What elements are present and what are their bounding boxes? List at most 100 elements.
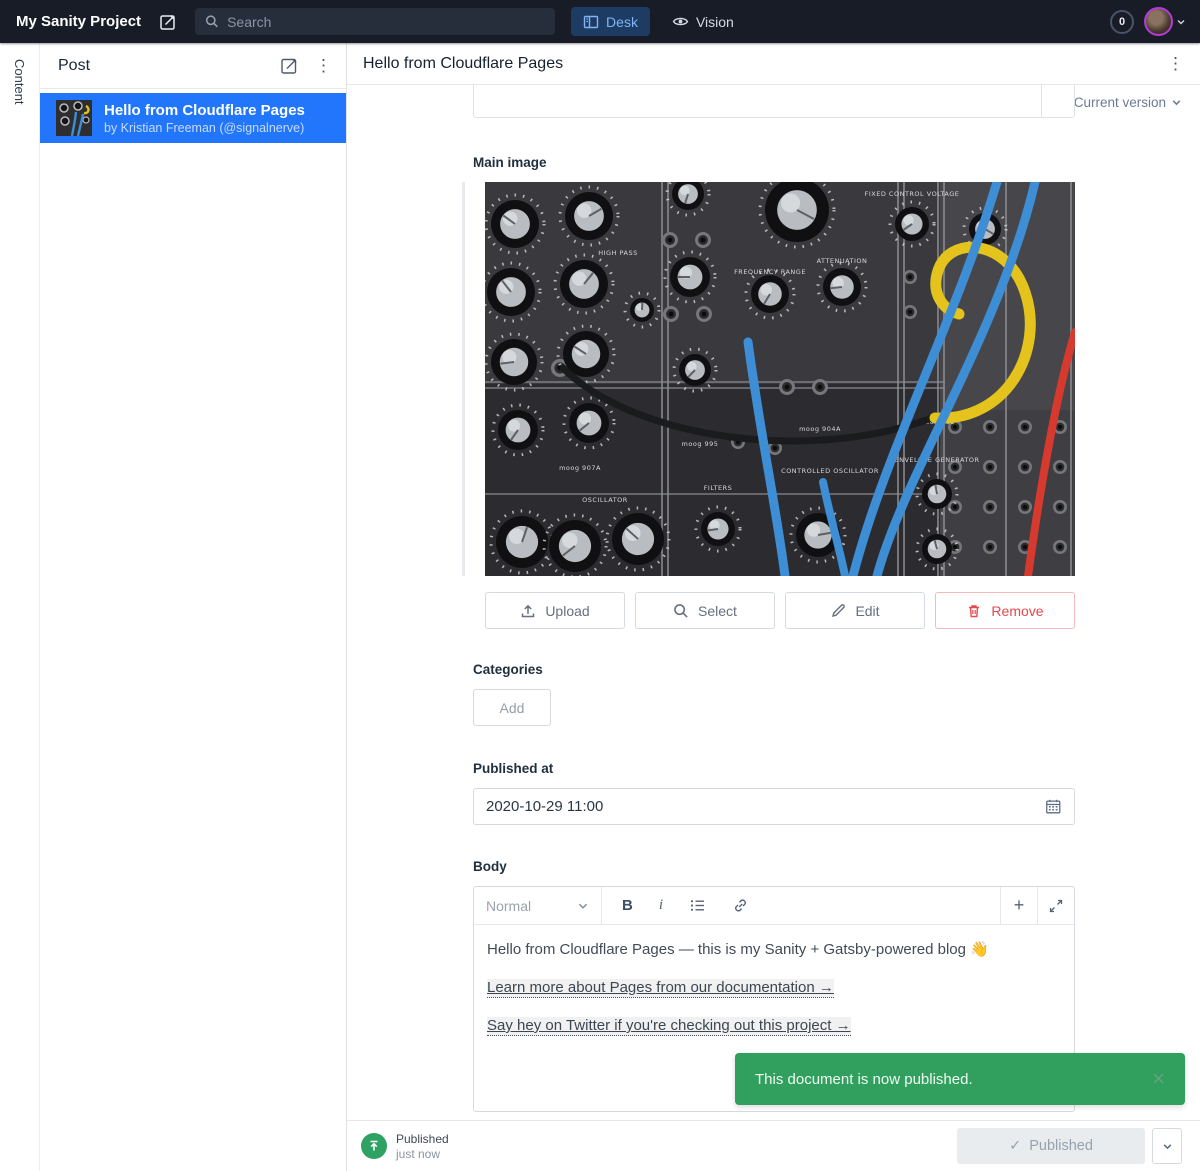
svg-text:moog 904A: moog 904A (799, 425, 841, 433)
version-label: Current version (1074, 95, 1166, 110)
svg-text:OSCILLATOR: OSCILLATOR (582, 496, 628, 504)
chevron-down-icon (1176, 17, 1186, 27)
link-button[interactable] (732, 897, 749, 914)
publish-status-time: just now (396, 1147, 449, 1161)
search-icon (205, 14, 219, 29)
post-item-title: Hello from Cloudflare Pages (104, 102, 305, 119)
publish-toast: This document is now published. × (735, 1053, 1185, 1105)
block-style-select[interactable]: Normal (474, 887, 602, 924)
body-paragraph[interactable]: Hello from Cloudflare Pages — this is my… (487, 939, 1061, 960)
document-footer: Published just now ✓ Published (347, 1120, 1200, 1171)
trash-icon (966, 603, 982, 619)
check-icon: ✓ (1009, 1138, 1021, 1154)
body-link-twitter[interactable]: Say hey on Twitter if you're checking ou… (487, 1017, 851, 1036)
fullscreen-button[interactable] (1037, 887, 1074, 924)
post-thumbnail (56, 100, 92, 136)
eye-icon (672, 13, 689, 30)
new-document-button[interactable] (159, 13, 177, 31)
select-button[interactable]: Select (635, 592, 775, 629)
chevron-down-icon (577, 900, 589, 912)
tab-desk-label: Desk (606, 14, 638, 30)
insert-block-button[interactable]: + (1000, 887, 1037, 924)
desk-icon (583, 14, 599, 30)
compose-icon[interactable] (280, 56, 299, 75)
publish-status-label: Published (396, 1132, 449, 1146)
upload-icon (520, 603, 536, 619)
toast-close-icon[interactable]: × (1152, 1068, 1165, 1090)
search-icon (673, 603, 689, 619)
publish-button[interactable]: ✓ Published (957, 1128, 1145, 1164)
svg-text:moog 995: moog 995 (682, 440, 719, 448)
svg-text:HIGH PASS: HIGH PASS (598, 249, 638, 257)
block-style-value: Normal (486, 898, 569, 914)
search-input[interactable] (227, 14, 545, 30)
remove-button[interactable]: Remove (935, 592, 1075, 629)
tab-vision-label: Vision (696, 14, 734, 30)
toast-message: This document is now published. (755, 1071, 973, 1088)
top-bar: My Sanity Project Desk (0, 0, 1200, 43)
bullet-list-button[interactable] (689, 897, 706, 914)
document-kebab-menu-icon[interactable]: ⋮ (1167, 55, 1184, 72)
published-at-label: Published at (473, 761, 553, 776)
italic-button[interactable]: i (659, 897, 663, 914)
compose-icon (159, 13, 177, 31)
post-item-subtitle: by Kristian Freeman (@signalnerve) (104, 121, 305, 135)
main-image-label: Main image (473, 155, 547, 170)
publish-status[interactable]: Published just now (361, 1132, 449, 1161)
change-indicator-bar (462, 182, 465, 576)
project-title: My Sanity Project (16, 13, 141, 30)
panel-title: Post (58, 57, 90, 75)
body-link-documentation[interactable]: Learn more about Pages from our document… (487, 979, 834, 998)
remove-label: Remove (991, 603, 1043, 619)
main-image-preview[interactable]: HIGH PASS FREQUENCY RANGE ATTENUATION FIXED… (485, 182, 1075, 576)
svg-text:moog 907A: moog 907A (559, 464, 601, 472)
post-list-panel: Post ⋮ (40, 43, 347, 1171)
svg-text:FILTERS: FILTERS (704, 484, 733, 492)
editor-toolbar: Normal B i (474, 887, 1074, 925)
post-list-item-selected[interactable]: Hello from Cloudflare Pages by Kristian … (40, 93, 346, 143)
edit-button[interactable]: Edit (785, 592, 925, 629)
categories-label: Categories (473, 662, 543, 677)
tab-vision[interactable]: Vision (660, 7, 746, 36)
kebab-menu-icon[interactable]: ⋮ (315, 57, 332, 74)
body-label: Body (473, 859, 507, 874)
sanity-studio-app: My Sanity Project Desk (0, 0, 1200, 1171)
body-content[interactable]: Hello from Cloudflare Pages — this is my… (474, 925, 1074, 1067)
svg-text:ENVELOPE GENERATOR: ENVELOPE GENERATOR (894, 456, 979, 464)
document-pane: Hello from Cloudflare Pages ⋮ Current ve… (347, 43, 1200, 1171)
svg-text:FIXED CONTROL VOLTAGE: FIXED CONTROL VOLTAGE (865, 190, 960, 198)
svg-text:ATTENUATION: ATTENUATION (817, 257, 868, 265)
svg-text:FREQUENCY RANGE: FREQUENCY RANGE (734, 268, 806, 276)
chevron-down-icon (1162, 1141, 1173, 1152)
content-rail: Content (0, 43, 40, 1171)
rail-content-label[interactable]: Content (12, 59, 27, 105)
version-selector[interactable]: Current version (1074, 95, 1182, 110)
publish-button-label: Published (1029, 1138, 1093, 1154)
select-label: Select (698, 603, 737, 619)
search-bar[interactable] (195, 8, 555, 35)
document-header: Hello from Cloudflare Pages ⋮ (347, 43, 1200, 85)
panel-header: Post ⋮ (40, 43, 346, 89)
published-status-icon (361, 1133, 387, 1159)
publish-menu-button[interactable] (1152, 1128, 1182, 1164)
add-category-button[interactable]: Add (473, 689, 551, 726)
avatar (1144, 7, 1173, 36)
published-at-field (473, 788, 1075, 825)
published-at-input[interactable] (486, 798, 1045, 815)
presence-counter-badge[interactable]: 0 (1110, 10, 1134, 34)
synthesizer-photo: HIGH PASS FREQUENCY RANGE ATTENUATION FIXED… (485, 182, 1075, 576)
slug-field-cropped[interactable] (473, 85, 1075, 118)
slug-generate-divider (1041, 85, 1042, 117)
svg-text:CONTROLLED OSCILLATOR: CONTROLLED OSCILLATOR (781, 467, 879, 475)
calendar-icon[interactable] (1045, 798, 1062, 815)
chevron-down-icon (1171, 97, 1182, 108)
pencil-icon (830, 603, 846, 619)
upload-button[interactable]: Upload (485, 592, 625, 629)
bold-button[interactable]: B (622, 897, 633, 914)
image-toolbar: Upload Select Edit (485, 592, 1075, 629)
expand-icon (1049, 899, 1063, 913)
upload-label: Upload (545, 603, 589, 619)
tab-desk[interactable]: Desk (571, 7, 650, 36)
document-form: Current version Main image HIGH PASS FREQ… (347, 85, 1200, 1120)
user-menu[interactable] (1144, 7, 1186, 36)
